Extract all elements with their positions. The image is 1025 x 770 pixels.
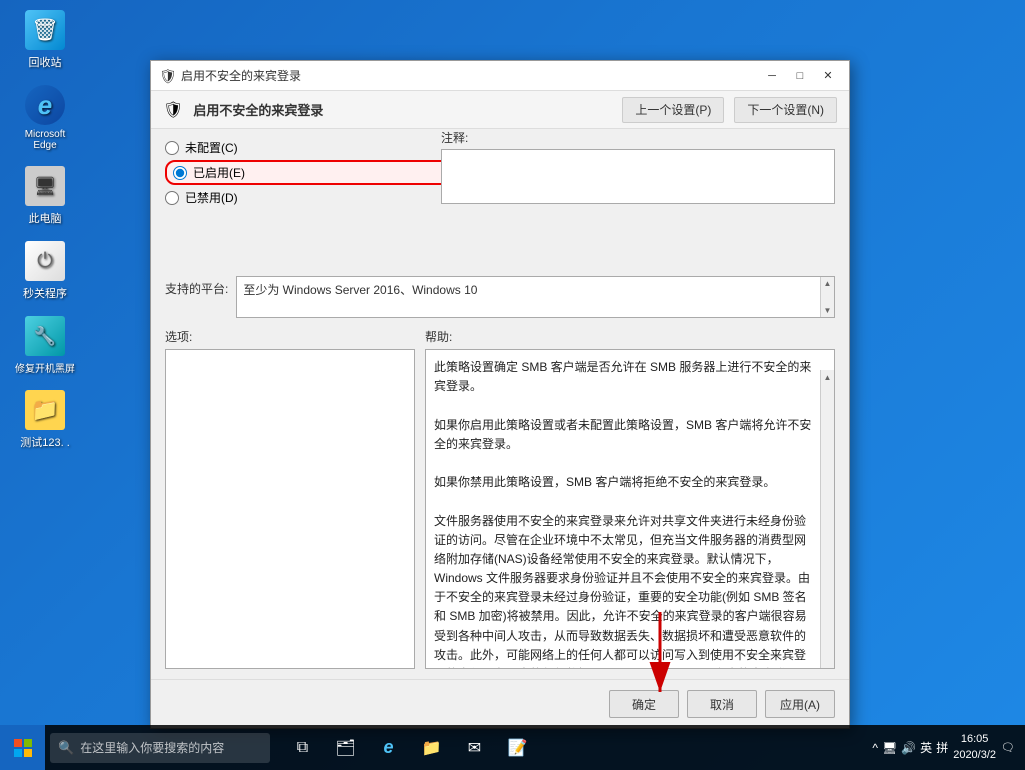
prev-setting-button[interactable]: 上一个设置(P) [622, 97, 724, 123]
edge-img: e [25, 85, 65, 125]
recycle-bin-label: 回收站 [29, 54, 62, 70]
desktop-icons: 🗑 回收站 e MicrosoftEdge 🖥 此电脑 ⏻ 秒关程序 🔧 修复开… [10, 10, 80, 450]
maximize-button[interactable]: □ [787, 66, 813, 86]
help-content: 此策略设置确定 SMB 客户端是否允许在 SMB 服务器上进行不安全的来宾登录。… [425, 349, 835, 669]
clock-date: 2020/3/2 [953, 748, 996, 763]
taskbar-tray: ^ 🖥 🔊 英 拼 16:05 2020/3/2 🗨 [872, 732, 1025, 763]
ok-button[interactable]: 确定 [609, 690, 679, 718]
folder-icon-desktop[interactable]: 📁 测试123. . [10, 390, 80, 450]
taskbar-clock[interactable]: 16:05 2020/3/2 [953, 732, 996, 763]
dialog-title-text: 启用不安全的来宾登录 [181, 67, 759, 84]
radio-unconfigured-input[interactable] [165, 141, 179, 155]
two-col-section: 选项: 帮助: 此策略设置确定 SMB 客户端是否允许在 SMB 服务器上进行不… [165, 328, 835, 669]
search-placeholder: 在这里输入你要搜索的内容 [80, 739, 224, 756]
explorer-icon: 🗂 [335, 738, 355, 758]
options-content [165, 349, 415, 669]
taskbar-folder[interactable]: 📁 [414, 730, 449, 765]
edge-label: MicrosoftEdge [25, 129, 66, 151]
search-icon: 🔍 [58, 740, 74, 756]
minimize-button[interactable]: ─ [759, 66, 785, 86]
notification-icon[interactable]: 🗨 [1001, 741, 1015, 754]
radio-disabled-input[interactable] [165, 191, 179, 205]
repair-label: 修复开机黑屏 [15, 360, 75, 375]
platform-value: 至少为 Windows Server 2016、Windows 10 ▲ ▼ [236, 276, 835, 318]
dialog-body: 未配置(C) 已启用(E) 已禁用(D) 注释: 支持的平台: [151, 129, 849, 679]
recycle-bin-icon[interactable]: 🗑 回收站 [10, 10, 80, 70]
mail-icon: ✉ [468, 738, 481, 758]
recycle-bin-img: 🗑 [25, 10, 65, 50]
help-label: 帮助: [425, 328, 835, 345]
computer-label: 此电脑 [29, 210, 62, 226]
header-policy-icon: 🛡 [163, 100, 183, 120]
computer-icon-desktop[interactable]: 🖥 此电脑 [10, 166, 80, 226]
dialog-header-bar: 🛡 启用不安全的来宾登录 上一个设置(P) 下一个设置(N) [151, 91, 849, 129]
dialog-title-icon: 🛡 [159, 68, 175, 84]
help-col: 帮助: 此策略设置确定 SMB 客户端是否允许在 SMB 服务器上进行不安全的来… [425, 328, 835, 669]
repair-img: 🔧 [25, 316, 65, 356]
note-textarea[interactable] [441, 149, 835, 204]
dialog-footer: 确定 取消 应用(A) [151, 679, 849, 728]
dialog-titlebar: 🛡 启用不安全的来宾登录 ─ □ ✕ [151, 61, 849, 91]
taskbar-app-icons: ⧉ 🗂 e 📁 ✉ 📝 [285, 730, 535, 765]
help-scroll-up: ▲ [822, 370, 834, 387]
shutdown-icon-desktop[interactable]: ⏻ 秒关程序 [10, 241, 80, 301]
taskbar-notepad[interactable]: 📝 [500, 730, 535, 765]
radio-enabled-label: 已启用(E) [193, 164, 245, 181]
taskbar-explorer[interactable]: 🗂 [328, 730, 363, 765]
note-label: 注释: [441, 129, 835, 146]
notepad-icon: 📝 [508, 738, 528, 758]
options-label: 选项: [165, 328, 415, 345]
scroll-up-arrow: ▲ [822, 277, 834, 290]
taskbar: 🔍 在这里输入你要搜索的内容 ⧉ 🗂 e 📁 ✉ 📝 [0, 725, 1025, 770]
network-icon: 🖥 [882, 741, 897, 755]
folder-img: 📁 [25, 390, 65, 430]
platform-row: 支持的平台: 至少为 Windows Server 2016、Windows 1… [165, 276, 835, 318]
apply-button[interactable]: 应用(A) [765, 690, 835, 718]
help-text: 此策略设置确定 SMB 客户端是否允许在 SMB 服务器上进行不安全的来宾登录。… [426, 350, 820, 668]
scroll-down-arrow: ▼ [822, 304, 834, 317]
taskbar-edge[interactable]: e [371, 730, 406, 765]
chevron-up-icon[interactable]: ^ [872, 741, 878, 755]
windows-logo-icon [14, 739, 32, 757]
start-button[interactable] [0, 725, 45, 770]
folder-label: 测试123. . [20, 434, 70, 450]
clock-time: 16:05 [953, 732, 996, 747]
edge-taskbar-icon: e [383, 737, 393, 758]
close-button[interactable]: ✕ [815, 66, 841, 86]
taskbar-search[interactable]: 🔍 在这里输入你要搜索的内容 [50, 733, 270, 763]
cancel-button[interactable]: 取消 [687, 690, 757, 718]
folder-taskbar-icon: 📁 [422, 738, 442, 758]
policy-dialog: 🛡 启用不安全的来宾登录 ─ □ ✕ 🛡 启用不安全的来宾登录 上一个设置(P)… [150, 60, 850, 729]
shutdown-label: 秒关程序 [23, 285, 67, 301]
radio-disabled-label: 已禁用(D) [185, 189, 238, 206]
help-scrollbar[interactable]: ▲ ▼ [820, 370, 834, 669]
options-col: 选项: [165, 328, 415, 669]
ime-indicator: 拼 [936, 739, 948, 756]
taskbar-mail[interactable]: ✉ [457, 730, 492, 765]
task-view-icon: ⧉ [297, 739, 308, 757]
shutdown-img: ⏻ [25, 241, 65, 281]
radio-unconfigured-label: 未配置(C) [185, 139, 238, 156]
header-policy-title: 启用不安全的来宾登录 [193, 100, 612, 119]
task-view-button[interactable]: ⧉ [285, 730, 320, 765]
next-setting-button[interactable]: 下一个设置(N) [734, 97, 837, 123]
lang-indicator: 英 [920, 739, 932, 756]
repair-icon-desktop[interactable]: 🔧 修复开机黑屏 [10, 316, 80, 375]
platform-label: 支持的平台: [165, 276, 228, 297]
system-icons: ^ 🖥 🔊 英 拼 [872, 739, 948, 756]
computer-img: 🖥 [25, 166, 65, 206]
desktop: 🗑 回收站 e MicrosoftEdge 🖥 此电脑 ⏻ 秒关程序 🔧 修复开… [0, 0, 1025, 770]
platform-text: 至少为 Windows Server 2016、Windows 10 [243, 283, 477, 297]
note-section: 注释: [441, 129, 835, 207]
edge-icon-desktop[interactable]: e MicrosoftEdge [10, 85, 80, 151]
platform-scrollbar[interactable]: ▲ ▼ [820, 277, 834, 317]
titlebar-buttons: ─ □ ✕ [759, 66, 841, 86]
radio-enabled-input[interactable] [173, 166, 187, 180]
volume-icon: 🔊 [901, 741, 916, 755]
